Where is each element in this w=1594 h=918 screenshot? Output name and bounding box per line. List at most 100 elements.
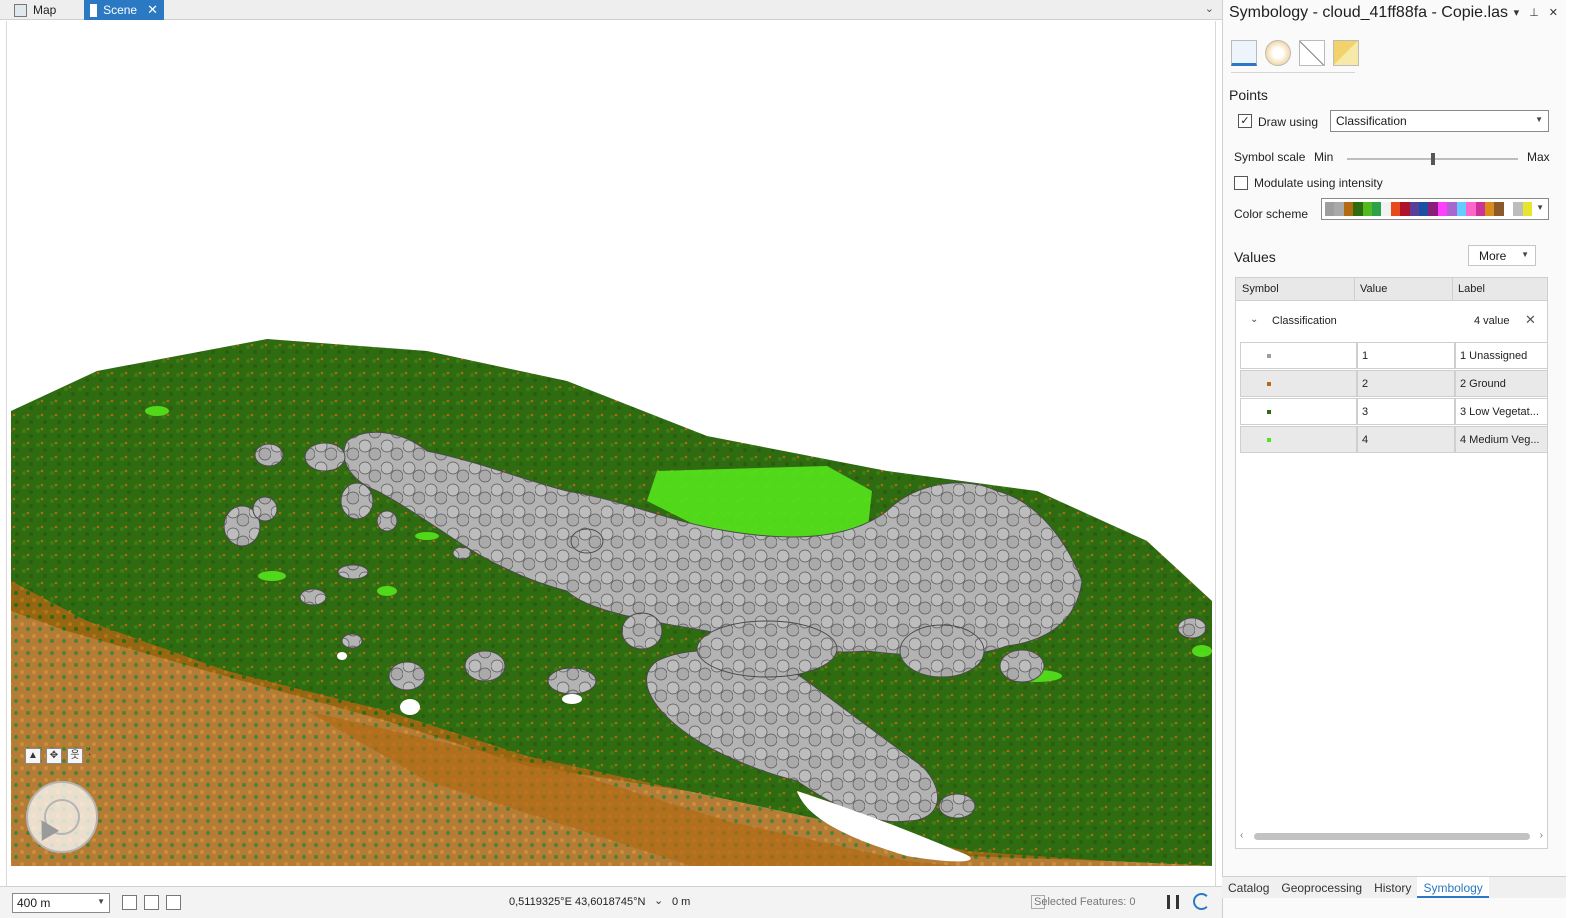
chevron-down-icon: ▼: [1536, 203, 1544, 212]
filter-symbology-icon[interactable]: [1299, 40, 1325, 66]
table-header: Symbol Value Label: [1236, 278, 1547, 301]
draw-using-checkbox[interactable]: ✓: [1238, 114, 1252, 128]
color-scheme-swatch-1: [1325, 202, 1335, 216]
primary-symbology-icon[interactable]: [1231, 40, 1257, 66]
values-heading: Values: [1234, 249, 1276, 265]
col-label[interactable]: Label: [1458, 283, 1485, 295]
add-layer-icon[interactable]: [122, 895, 137, 910]
navigator-icon[interactable]: [26, 781, 98, 853]
scale-dropdown[interactable]: 400 m ▼: [12, 893, 110, 913]
scale-min-label: Min: [1314, 150, 1334, 164]
horizontal-scrollbar[interactable]: ‹ ›: [1240, 830, 1543, 842]
tabs-divider: [1231, 72, 1355, 73]
pane-options-chevron-icon[interactable]: ▾: [1514, 6, 1520, 19]
symbol-swatch[interactable]: [1267, 382, 1271, 386]
tab-scene-label: Scene: [103, 3, 138, 17]
scroll-left-icon[interactable]: ‹: [1240, 830, 1243, 841]
refresh-icon[interactable]: [1193, 893, 1210, 910]
symbol-scale-thumb[interactable]: [1431, 153, 1435, 165]
value-text: 4: [1362, 434, 1369, 446]
color-scheme-dropdown[interactable]: ▼: [1321, 198, 1549, 220]
full-extent-icon[interactable]: ✥: [46, 748, 62, 764]
coordinate-readout: 0,5119325°E 43,6018745°N: [509, 896, 646, 908]
table-row[interactable]: 2 2 Ground: [1240, 370, 1548, 397]
label-cell[interactable]: 1 Unassigned: [1455, 342, 1548, 369]
draw-using-dropdown[interactable]: Classification ▼: [1330, 110, 1549, 132]
symbol-swatch[interactable]: [1267, 410, 1271, 414]
lighting-symbology-icon[interactable]: [1333, 40, 1359, 66]
pane-title: Symbology - cloud_41ff88fa - Copie.las: [1229, 4, 1508, 21]
scroll-right-icon[interactable]: ›: [1540, 830, 1543, 841]
scrollbar-thumb[interactable]: [1254, 833, 1530, 840]
close-icon[interactable]: ✕: [147, 2, 158, 18]
symbol-cell[interactable]: [1240, 342, 1357, 369]
map-icon: [14, 3, 27, 17]
modulate-intensity-label: Modulate using intensity: [1254, 176, 1383, 190]
value-cell[interactable]: 2: [1357, 370, 1455, 397]
value-cell[interactable]: 4: [1357, 426, 1455, 453]
points-heading: Points: [1229, 87, 1268, 103]
pause-icon[interactable]: [1167, 895, 1179, 909]
collapse-chevron-icon[interactable]: ⌄: [1250, 314, 1258, 325]
snapping-icon[interactable]: [166, 895, 181, 910]
table-row[interactable]: 4 4 Medium Veg...: [1240, 426, 1548, 453]
color-scheme-swatch-18: [1484, 202, 1495, 216]
symbol-scale-slider[interactable]: [1347, 153, 1518, 165]
contour-symbology-icon[interactable]: [1265, 40, 1291, 66]
selected-features-count[interactable]: Selected Features: 0: [1034, 896, 1136, 908]
scale-max-label: Max: [1527, 150, 1550, 164]
color-scheme-swatch-20: [1503, 202, 1514, 216]
grid-icon[interactable]: [144, 895, 159, 910]
value-cell[interactable]: 3: [1357, 398, 1455, 425]
pane-bottom-tabs: Catalog Geoprocessing History Symbology: [1222, 876, 1566, 898]
scene-viewport[interactable]: ▲ ✥ 웃 ⁚: [6, 21, 1216, 886]
group-name: Classification: [1272, 315, 1337, 327]
symbol-scale-label: Symbol scale: [1234, 150, 1306, 164]
tab-history[interactable]: History: [1368, 877, 1417, 898]
value-cell[interactable]: 1: [1357, 342, 1455, 369]
point-cloud-scene[interactable]: [7, 21, 1216, 886]
symbol-swatch[interactable]: [1267, 438, 1271, 442]
tab-catalog[interactable]: Catalog: [1222, 877, 1275, 898]
scale-value: 400 m: [17, 896, 51, 910]
tab-overflow-chevron-icon[interactable]: ⌄: [1205, 2, 1214, 15]
col-symbol[interactable]: Symbol: [1242, 283, 1279, 295]
color-scheme-label: Color scheme: [1234, 207, 1309, 221]
tab-scene[interactable]: Scene ✕: [84, 0, 164, 20]
draw-using-value: Classification: [1336, 114, 1407, 128]
zoom-up-icon[interactable]: ▲: [25, 748, 41, 764]
tab-map-label: Map: [33, 3, 57, 17]
scene-navigation-tools: ▲ ✥ 웃 ⁚: [25, 748, 91, 764]
table-row[interactable]: 1 1 Unassigned: [1240, 342, 1548, 369]
color-scheme-swatch-22: [1522, 202, 1532, 216]
color-scheme-swatch-5: [1362, 202, 1373, 216]
symbol-cell[interactable]: [1240, 398, 1357, 425]
more-dots-icon[interactable]: ⁚: [88, 748, 91, 764]
color-scheme-swatch-2: [1334, 202, 1344, 216]
remove-group-icon[interactable]: ✕: [1525, 312, 1536, 328]
tab-map[interactable]: Map: [8, 0, 83, 20]
pin-icon[interactable]: ⊥: [1529, 6, 1539, 19]
table-row[interactable]: 3 3 Low Vegetat...: [1240, 398, 1548, 425]
color-scheme-swatch-8: [1390, 202, 1401, 216]
label-cell[interactable]: 4 Medium Veg...: [1455, 426, 1548, 453]
close-icon[interactable]: ✕: [1549, 6, 1558, 19]
symbol-swatch[interactable]: [1267, 354, 1271, 358]
label-cell[interactable]: 2 Ground: [1455, 370, 1548, 397]
tab-symbology[interactable]: Symbology: [1417, 877, 1489, 898]
label-cell[interactable]: 3 Low Vegetat...: [1455, 398, 1548, 425]
color-scheme-swatch-11: [1419, 202, 1429, 216]
symbol-cell[interactable]: [1240, 370, 1357, 397]
modulate-intensity-checkbox[interactable]: [1234, 176, 1248, 190]
color-scheme-swatch: [1325, 202, 1532, 216]
coordinate-format-chevron-icon[interactable]: ⌄: [654, 894, 663, 907]
col-value[interactable]: Value: [1360, 283, 1387, 295]
classification-group-row[interactable]: ⌄ Classification 4 value ✕: [1236, 308, 1547, 334]
more-button[interactable]: More ▼: [1468, 245, 1536, 266]
status-bar: 400 m ▼ 0,5119325°E 43,6018745°N ⌄ 0 m S…: [0, 886, 1222, 918]
symbol-cell[interactable]: [1240, 426, 1357, 453]
group-count: 4 value: [1474, 315, 1510, 327]
first-person-icon[interactable]: 웃: [67, 748, 83, 764]
color-scheme-swatch-4: [1353, 202, 1363, 216]
tab-geoprocessing[interactable]: Geoprocessing: [1275, 877, 1368, 898]
